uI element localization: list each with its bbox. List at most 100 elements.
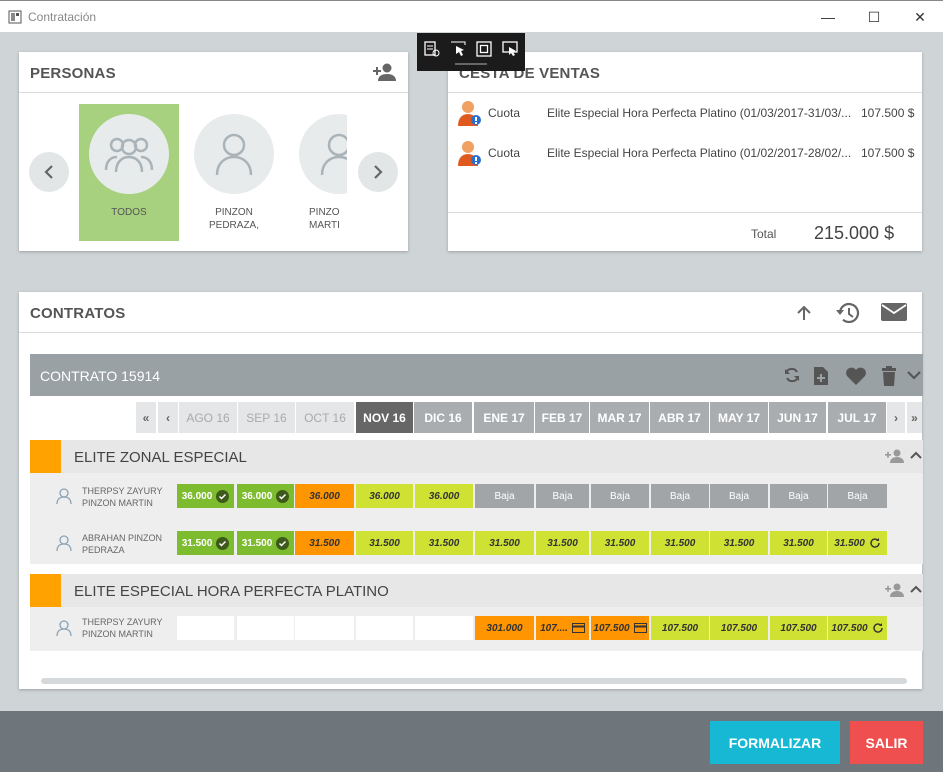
month-header[interactable]: OCT 16 xyxy=(296,402,354,433)
month-header[interactable]: MAY 17 xyxy=(710,402,768,433)
month-header[interactable]: AGO 16 xyxy=(179,402,237,433)
month-header[interactable]: DIC 16 xyxy=(414,402,472,433)
contract-group-header[interactable]: ELITE ZONAL ESPECIAL xyxy=(30,440,923,473)
person-tile-pinzon-martin[interactable]: PINZO MARTI xyxy=(289,104,347,241)
add-document-icon[interactable] xyxy=(813,366,829,386)
fee-cell-baja[interactable]: Baja xyxy=(591,484,649,508)
add-member-icon[interactable] xyxy=(885,448,905,464)
footer-bar: FORMALIZAR SALIR xyxy=(0,711,943,772)
pointer-select-icon[interactable] xyxy=(449,40,467,58)
fee-cell-renewal[interactable]: 31.500 xyxy=(828,531,887,555)
refresh-icon[interactable] xyxy=(782,366,802,384)
fee-cell-baja[interactable]: Baja xyxy=(536,484,589,508)
chevron-left-icon xyxy=(44,165,53,179)
fee-cell-pending[interactable]: 31.500 xyxy=(475,531,534,555)
month-header[interactable]: ABR 17 xyxy=(650,402,709,433)
fee-cell-pending[interactable]: 31.500 xyxy=(710,531,768,555)
contratos-card: CONTRATOS CONTRATO 15914 « ‹ AGO 16 SEP … xyxy=(19,292,923,689)
fee-cell-pending[interactable]: 36.000 xyxy=(415,484,473,508)
month-header[interactable]: JUN 17 xyxy=(769,402,826,433)
fee-cell-pending[interactable]: 107.500 xyxy=(651,616,709,640)
fee-cell-pending[interactable]: 31.500 xyxy=(536,531,589,555)
toolbar-grip[interactable] xyxy=(455,63,487,65)
horizontal-scrollbar[interactable] xyxy=(41,678,907,684)
fee-cell-pending[interactable]: 107.500 xyxy=(710,616,768,640)
trash-icon[interactable] xyxy=(881,366,897,386)
collapse-icon[interactable] xyxy=(909,449,923,461)
fee-cell-pending[interactable]: 31.500 xyxy=(415,531,473,555)
item-type: Cuota xyxy=(488,146,521,160)
fee-cell-in-cart[interactable]: 107.... xyxy=(536,616,589,640)
month-header-current[interactable]: NOV 16 xyxy=(356,402,413,433)
contract-group-header[interactable]: ELITE ESPECIAL HORA PERFECTA PLATINO xyxy=(30,574,923,607)
fee-cell-baja[interactable]: Baja xyxy=(651,484,709,508)
person-avatar xyxy=(194,114,274,194)
minimize-button[interactable]: — xyxy=(805,1,851,33)
person-tile-todos[interactable]: TODOS xyxy=(79,104,179,241)
fee-cell-baja[interactable]: Baja xyxy=(828,484,887,508)
fee-value: 36.000 xyxy=(181,490,213,502)
close-button[interactable]: ✕ xyxy=(897,1,943,33)
fee-cell-paid[interactable]: 36.000 xyxy=(177,484,234,508)
fee-cell-in-cart[interactable]: 107.500 xyxy=(591,616,649,640)
contract-bar: CONTRATO 15914 xyxy=(30,354,923,396)
fee-cell-overdue[interactable]: 31.500 xyxy=(295,531,354,555)
fee-cell-pending[interactable]: 31.500 xyxy=(770,531,827,555)
fee-cell-paid[interactable]: 36.000 xyxy=(237,484,294,508)
month-header[interactable]: SEP 16 xyxy=(238,402,295,433)
fee-cell-overdue[interactable]: 36.000 xyxy=(295,484,354,508)
person-tile-pinzon-pedraza[interactable]: PINZON PEDRAZA, xyxy=(184,104,284,241)
group-icon xyxy=(104,137,154,173)
cesta-card: CESTA DE VENTAS Cuota Elite Especial Hor… xyxy=(448,52,922,251)
heart-icon[interactable] xyxy=(845,366,867,386)
fee-cell-baja[interactable]: Baja xyxy=(475,484,534,508)
next-month-button[interactable]: › xyxy=(887,402,905,433)
check-icon xyxy=(216,536,230,550)
arrow-up-icon[interactable] xyxy=(795,303,813,323)
group-flag xyxy=(30,574,61,607)
collapse-icon[interactable] xyxy=(909,583,923,595)
add-person-icon[interactable] xyxy=(372,62,398,82)
fee-cell-empty xyxy=(415,616,473,640)
month-header[interactable]: MAR 17 xyxy=(590,402,649,433)
month-header[interactable]: FEB 17 xyxy=(535,402,589,433)
fee-cell-pending[interactable]: 36.000 xyxy=(356,484,413,508)
select-element-icon[interactable] xyxy=(423,40,441,58)
fee-cell-renewal[interactable]: 107.500 xyxy=(828,616,887,640)
fee-value: 36.000 xyxy=(241,490,273,502)
fee-cell-pending[interactable]: 31.500 xyxy=(356,531,413,555)
fee-cell-paid[interactable]: 31.500 xyxy=(237,531,294,555)
fee-cell-pending[interactable]: 31.500 xyxy=(591,531,649,555)
cart-item[interactable]: Cuota Elite Especial Hora Perfecta Plati… xyxy=(456,138,916,172)
track-focus-icon[interactable] xyxy=(501,40,519,58)
fee-cell-pending[interactable]: 107.500 xyxy=(770,616,827,640)
last-months-button[interactable]: » xyxy=(907,402,922,433)
member-name: THERPSY ZAYURY PINZON MARTIN xyxy=(82,486,163,508)
contract-group-body: THERPSY ZAYURY PINZON MARTIN 36.000 36.0… xyxy=(30,473,923,564)
history-icon[interactable] xyxy=(835,301,861,325)
fee-cell-pending[interactable]: 31.500 xyxy=(651,531,709,555)
month-header[interactable]: JUL 17 xyxy=(828,402,886,433)
salir-button[interactable]: SALIR xyxy=(850,721,923,764)
chevron-down-icon[interactable] xyxy=(906,366,922,384)
fee-cell-baja[interactable]: Baja xyxy=(710,484,768,508)
fee-cell-overdue[interactable]: 301.000 xyxy=(475,616,534,640)
month-header[interactable]: ENE 17 xyxy=(474,402,534,433)
check-icon xyxy=(216,489,230,503)
group-title: ELITE ESPECIAL HORA PERFECTA PLATINO xyxy=(74,583,389,600)
formalizar-button[interactable]: FORMALIZAR xyxy=(710,721,840,764)
member-name: THERPSY ZAYURY PINZON MARTIN xyxy=(82,617,163,639)
fee-value: 107.500 xyxy=(831,622,868,634)
mail-icon[interactable] xyxy=(880,302,908,322)
total-label: Total xyxy=(751,227,777,241)
prev-month-button[interactable]: ‹ xyxy=(158,402,178,433)
maximize-button[interactable]: ☐ xyxy=(851,1,897,33)
cart-item[interactable]: Cuota Elite Especial Hora Perfecta Plati… xyxy=(456,98,916,132)
fee-cell-baja[interactable]: Baja xyxy=(770,484,827,508)
fee-cell-paid[interactable]: 31.500 xyxy=(177,531,234,555)
carousel-next-button[interactable] xyxy=(358,152,398,192)
layout-adorner-icon[interactable] xyxy=(475,40,493,58)
carousel-prev-button[interactable] xyxy=(29,152,69,192)
first-months-button[interactable]: « xyxy=(136,402,156,433)
add-member-icon[interactable] xyxy=(885,582,905,598)
